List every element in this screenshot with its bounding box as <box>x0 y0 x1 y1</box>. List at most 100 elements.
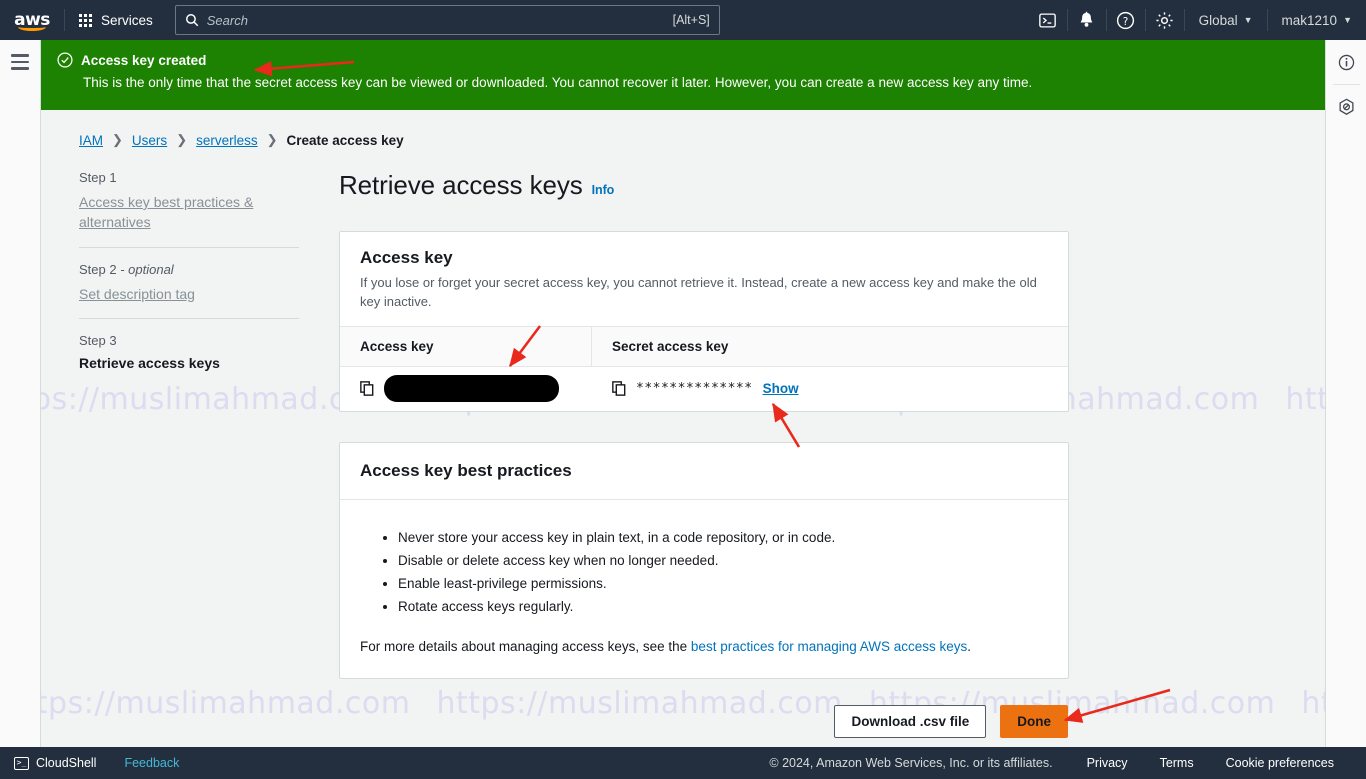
download-csv-button[interactable]: Download .csv file <box>834 704 987 738</box>
search-shortcut-text: [Alt+S] <box>672 13 710 27</box>
step-2-label[interactable]: Set description tag <box>79 284 195 304</box>
access-key-card-header: Access key If you lose or forget your se… <box>340 232 1068 326</box>
breadcrumb-item-users[interactable]: Users <box>132 133 167 148</box>
chevron-right-icon: ❯ <box>112 132 123 147</box>
banner-message: This is the only time that the secret ac… <box>83 75 1033 90</box>
step-1-number-text: Step 1 <box>79 170 117 185</box>
copy-icon[interactable] <box>612 381 626 397</box>
terms-link[interactable]: Terms <box>1144 756 1210 770</box>
banner-header: Access key created <box>57 52 1309 68</box>
step-1-number: Step 1 <box>79 170 299 185</box>
copyright-text: © 2024, Amazon Web Services, Inc. or its… <box>769 756 1053 770</box>
step-divider <box>79 317 299 319</box>
right-rail <box>1325 40 1366 747</box>
terminal-icon <box>1039 12 1056 28</box>
show-secret-link[interactable]: Show <box>763 381 799 396</box>
success-banner: Access key created This is the only time… <box>41 40 1325 110</box>
best-practices-list: Never store your access key in plain tex… <box>398 526 1048 619</box>
cloudshell-button[interactable] <box>1029 0 1067 40</box>
aws-logo[interactable]: aws <box>0 0 64 40</box>
settings-button[interactable] <box>1146 0 1184 40</box>
cloudshell-footer-label: CloudShell <box>36 756 97 770</box>
breadcrumb-current: Create access key <box>286 132 404 148</box>
copy-icon[interactable] <box>360 381 374 397</box>
main-content: IAM ❯ Users ❯ serverless ❯ Create access… <box>41 110 1325 747</box>
page-title-text: Retrieve access keys <box>339 170 583 200</box>
chevron-right-icon: ❯ <box>176 132 188 147</box>
banner-title: Access key created <box>81 52 207 68</box>
info-circle-icon <box>1338 54 1354 70</box>
wizard-content: Retrieve access keys Info Access key If … <box>339 170 1069 738</box>
step-3-number: Step 3 <box>79 333 299 348</box>
privacy-link[interactable]: Privacy <box>1071 756 1144 770</box>
list-item: Enable least-privilege permissions. <box>398 572 1048 595</box>
best-practices-note-suffix: . <box>967 638 972 654</box>
search-icon <box>185 14 199 27</box>
notifications-button[interactable] <box>1068 0 1106 40</box>
wizard-step-1: Step 1 Access key best practices & alter… <box>79 170 299 247</box>
no-entry-icon <box>1338 98 1354 115</box>
column-header-secret-access-key: Secret access key <box>612 338 729 354</box>
secret-access-key-masked: ************** <box>636 381 753 397</box>
best-practices-card: Access key best practices Never store yo… <box>339 441 1069 679</box>
terminal-icon: >_ <box>14 756 29 770</box>
list-item: Rotate access keys regularly. <box>398 595 1048 618</box>
done-button[interactable]: Done <box>1000 704 1068 738</box>
list-item: Disable or delete access key when no lon… <box>398 549 1048 572</box>
region-label: Global <box>1198 12 1238 28</box>
nav-right-cluster: ? Global ▼ mak1210 ▼ <box>1029 0 1366 40</box>
services-label: Services <box>101 12 153 28</box>
services-menu-button[interactable]: Services <box>65 0 167 40</box>
best-practices-card-title: Access key best practices <box>360 460 572 480</box>
info-panel-button[interactable] <box>1326 40 1366 84</box>
best-practices-note-prefix: For more details about managing access k… <box>360 638 691 654</box>
best-practices-note-link[interactable]: best practices for managing AWS access k… <box>691 639 967 654</box>
feedback-label: Feedback <box>124 756 180 770</box>
shortcuts-panel-button[interactable] <box>1326 85 1366 129</box>
access-key-value-redacted <box>384 375 559 403</box>
breadcrumb-item-iam[interactable]: IAM <box>79 133 103 148</box>
page-info-link[interactable]: Info <box>592 183 615 197</box>
feedback-button[interactable]: Feedback <box>110 756 193 770</box>
search-placeholder-text: Search <box>206 12 248 28</box>
gear-icon <box>1156 11 1173 29</box>
best-practices-note: For more details about managing access k… <box>360 639 1048 654</box>
left-rail <box>0 40 41 747</box>
access-key-table-header: Access key Secret access key <box>340 325 1068 367</box>
help-button[interactable]: ? <box>1107 0 1145 40</box>
step-2-number-text: Step 2 <box>79 261 117 277</box>
page-title: Retrieve access keys Info <box>339 170 1069 201</box>
column-header-access-key: Access key <box>340 326 592 366</box>
breadcrumb: IAM ❯ Users ❯ serverless ❯ Create access… <box>41 110 1325 148</box>
step-3-label: Retrieve access keys <box>79 354 220 371</box>
bell-icon <box>1080 11 1093 27</box>
grid-icon <box>79 13 92 27</box>
aws-logo-smile <box>18 23 46 31</box>
wizard-step-2: Step 2 - optional Set description tag <box>79 262 299 318</box>
question-circle-icon: ? <box>1116 11 1135 29</box>
chevron-right-icon: ❯ <box>266 132 278 147</box>
wizard-step-3: Step 3 Retrieve access keys <box>79 333 299 387</box>
account-menu[interactable]: mak1210 ▼ <box>1268 0 1366 40</box>
menu-toggle-button[interactable] <box>11 54 29 74</box>
svg-text:?: ? <box>1123 15 1129 27</box>
search-wrapper: Search [Alt+S] <box>167 0 1029 40</box>
cloudshell-footer-button[interactable]: >_ CloudShell <box>0 756 110 770</box>
step-divider <box>79 246 299 248</box>
breadcrumb-item-serverless[interactable]: serverless <box>196 133 258 148</box>
cookie-preferences-link[interactable]: Cookie preferences <box>1210 756 1350 770</box>
best-practices-card-body: Never store your access key in plain tex… <box>340 500 1068 678</box>
access-key-card: Access key If you lose or forget your se… <box>339 231 1069 412</box>
account-label: mak1210 <box>1281 12 1338 28</box>
content-columns: Step 1 Access key best practices & alter… <box>41 148 1325 738</box>
access-key-cell <box>340 375 592 403</box>
access-key-card-description: If you lose or forget your secret access… <box>360 275 1037 309</box>
access-key-card-title: Access key <box>360 248 453 267</box>
search-input[interactable]: Search [Alt+S] <box>174 5 720 35</box>
step-1-label[interactable]: Access key best practices & alternatives <box>79 192 299 233</box>
chevron-down-icon: ▼ <box>1343 15 1352 25</box>
step-2-number: Step 2 - optional <box>79 262 299 277</box>
region-selector[interactable]: Global ▼ <box>1185 0 1267 40</box>
best-practices-card-header: Access key best practices <box>340 443 1068 500</box>
wizard-steps: Step 1 Access key best practices & alter… <box>79 170 339 738</box>
